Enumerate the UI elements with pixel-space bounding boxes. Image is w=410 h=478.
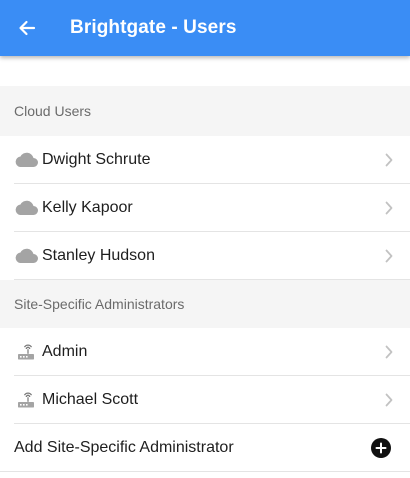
- section-header-site-admins: Site-Specific Administrators: [0, 280, 410, 328]
- add-site-admin-button[interactable]: [371, 438, 391, 458]
- page-title: Brightgate - Users: [70, 17, 237, 38]
- cloud-user-row[interactable]: Kelly Kapoor: [0, 184, 410, 232]
- back-button[interactable]: [2, 0, 52, 56]
- site-admin-row[interactable]: Michael Scott: [0, 376, 410, 424]
- users-list: Cloud Users Dwight Schrute Kelly Kapoor …: [0, 56, 410, 478]
- add-site-admin-row[interactable]: Add Site-Specific Administrator: [0, 424, 410, 472]
- chevron-right-icon: [384, 248, 394, 264]
- site-admin-row[interactable]: Admin: [0, 328, 410, 376]
- cloud-user-row[interactable]: Dwight Schrute: [0, 136, 410, 184]
- cloud-user-row[interactable]: Stanley Hudson: [0, 232, 410, 280]
- chevron-right-icon: [384, 200, 394, 216]
- app-bar: Brightgate - Users: [0, 0, 410, 56]
- chevron-right-icon: [384, 344, 394, 360]
- cloud-icon: [12, 198, 40, 218]
- chevron-right-icon: [384, 152, 394, 168]
- user-name: Admin: [42, 343, 88, 360]
- add-site-admin-label: Add Site-Specific Administrator: [14, 439, 234, 456]
- user-name: Dwight Schrute: [42, 151, 151, 168]
- top-spacer: [0, 56, 410, 86]
- chevron-right-icon: [384, 392, 394, 408]
- router-icon: [12, 342, 40, 362]
- user-name: Michael Scott: [42, 391, 139, 408]
- plus-circle-icon: [375, 442, 387, 454]
- user-name: Stanley Hudson: [42, 247, 155, 264]
- cloud-icon: [12, 150, 40, 170]
- section-header-cloud-users: Cloud Users: [0, 86, 410, 136]
- cloud-icon: [12, 246, 40, 266]
- arrow-left-icon: [19, 20, 36, 36]
- user-name: Kelly Kapoor: [42, 199, 133, 216]
- router-icon: [12, 390, 40, 410]
